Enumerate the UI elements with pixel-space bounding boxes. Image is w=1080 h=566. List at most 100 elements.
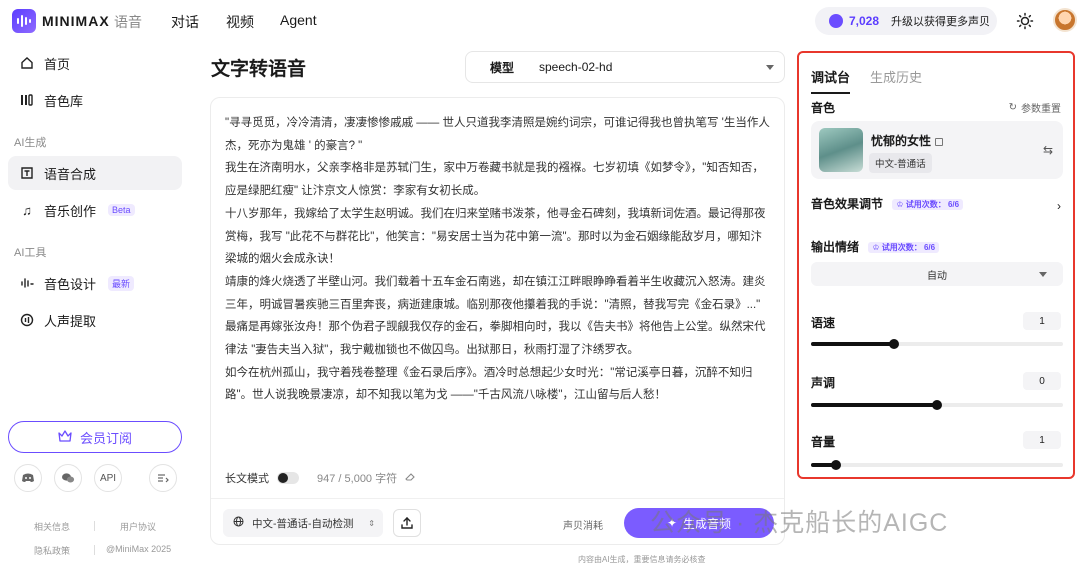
brand-name: MINIMAX xyxy=(42,13,110,29)
footer-related-link[interactable]: 相关信息 xyxy=(34,520,70,533)
wechat-icon[interactable] xyxy=(54,464,82,492)
long-mode-label: 长文模式 xyxy=(225,473,269,485)
sidebar-item-label: 音色库 xyxy=(44,93,84,109)
nav-chat[interactable]: 对话 xyxy=(171,12,199,32)
sidebar-item-label: 音乐创作 xyxy=(44,203,97,219)
speech-synthesis-icon xyxy=(20,166,34,180)
nav-agent[interactable]: Agent xyxy=(280,12,317,28)
tab-debug-console[interactable]: 调试台 xyxy=(811,67,851,94)
voice-card[interactable]: 忧郁的女性 中文-普通话 ⇆ xyxy=(811,121,1063,179)
slider-handle[interactable] xyxy=(889,339,900,349)
voice-design-icon xyxy=(20,276,34,290)
user-avatar[interactable] xyxy=(1053,8,1077,32)
emotion-row: 输出情绪 ♔ 试用次数： 6/6 xyxy=(811,238,940,255)
trial-count-badge: ♔ 试用次数： 6/6 xyxy=(892,199,964,211)
language-value: 中文-普通话-自动检测 xyxy=(252,517,354,530)
voice-language-tag: 中文-普通话 xyxy=(869,153,932,173)
pitch-label: 声调 xyxy=(811,376,836,390)
upload-button[interactable] xyxy=(393,509,421,537)
sidebar-item-speech-synthesis[interactable]: 语音合成 xyxy=(8,156,182,190)
section-ai-generation: AI生成 xyxy=(14,137,47,149)
footer-agreement-link[interactable]: 用户协议 xyxy=(120,520,156,533)
pitch-value-input[interactable]: 0 xyxy=(1023,372,1061,390)
model-label: 模型 xyxy=(490,60,515,75)
library-bars-icon xyxy=(20,93,34,107)
voice-name-text: 忧郁的女性 xyxy=(871,134,932,148)
page-title: 文字转语音 xyxy=(211,59,307,80)
sidebar-item-label: 人声提取 xyxy=(44,313,97,329)
globe-icon xyxy=(233,516,244,530)
sidebar-item-music-creation[interactable]: ♫ 音乐创作 Beta xyxy=(8,193,182,227)
char-counter: 947 / 5,000 字符 xyxy=(317,473,398,485)
api-button[interactable]: API xyxy=(94,464,122,492)
reset-params-button[interactable]: ↻ 参数重置 xyxy=(1009,100,1061,115)
text-paragraph: 最痛是再嫁张汝舟！那个伪君子觊觎我仅存的金石，拳脚相向时，我以《告夫书》将他告上… xyxy=(225,321,766,357)
nav-video[interactable]: 视频 xyxy=(226,12,254,32)
speed-label: 语速 xyxy=(811,316,836,330)
feedback-icon[interactable] xyxy=(149,464,177,492)
footer-divider xyxy=(94,521,95,531)
text-input-area[interactable]: "寻寻觅觅，冷冷清清，凄凄惨惨戚戚 —— 世人只道我李清照是婉约词宗，可谁记得我… xyxy=(225,112,770,407)
slider-handle[interactable] xyxy=(831,460,842,470)
speed-slider[interactable] xyxy=(811,339,1063,349)
credits-upgrade-button[interactable]: 7,028 升级以获得更多声贝 xyxy=(815,7,997,35)
section-ai-tools: AI工具 xyxy=(14,247,47,259)
voice-name: 忧郁的女性 xyxy=(871,132,944,149)
crown-icon: ♔ xyxy=(896,200,904,210)
voice-section-label: 音色 xyxy=(811,101,836,115)
footer-privacy-link[interactable]: 隐私政策 xyxy=(34,544,70,557)
swap-icon[interactable]: ⇆ xyxy=(1043,143,1053,157)
sidebar-item-voice-library[interactable]: 音色库 xyxy=(8,83,182,117)
brand-logo[interactable]: MINIMAX xyxy=(12,9,110,33)
copy-icon[interactable] xyxy=(935,137,944,146)
eraser-icon[interactable] xyxy=(405,472,416,485)
panel-tabs: 调试台 生成历史 xyxy=(811,67,922,94)
language-select[interactable]: 中文-普通话-自动检测 ⇕ xyxy=(223,509,383,537)
slider-handle[interactable] xyxy=(932,400,942,410)
music-note-icon: ♫ xyxy=(22,202,32,218)
chevron-down-icon xyxy=(1039,272,1047,277)
volume-value-input[interactable]: 1 xyxy=(1023,431,1061,449)
sidebar-item-label: 音色设计 xyxy=(44,276,97,292)
sidebar: 首页 音色库 AI生成 语音合成 ♫ 音乐创作 Beta AI工具 音色设计 最… xyxy=(0,42,196,566)
voice-thumbnail xyxy=(819,128,863,172)
tab-generation-history[interactable]: 生成历史 xyxy=(870,67,922,94)
updown-chevron-icon: ⇕ xyxy=(368,518,375,528)
text-paragraph: "寻寻觅觅，冷冷清清，凄凄惨惨戚戚 —— 世人只道我李清照是婉约词宗，可谁记得我… xyxy=(225,117,770,152)
model-select[interactable]: 模型 speech-02-hd xyxy=(465,51,785,83)
reset-label: 参数重置 xyxy=(1021,104,1061,115)
slider-fill xyxy=(811,342,895,346)
volume-label: 音量 xyxy=(811,435,836,449)
chevron-down-icon xyxy=(766,65,774,70)
footer-divider xyxy=(94,545,95,555)
sidebar-item-home[interactable]: 首页 xyxy=(8,46,182,80)
discord-icon[interactable] xyxy=(14,464,42,492)
credit-coin-icon xyxy=(829,14,843,28)
pitch-slider[interactable] xyxy=(811,400,1063,410)
sidebar-item-voice-design[interactable]: 音色设计 最新 xyxy=(8,266,182,300)
crown-icon xyxy=(58,429,72,445)
long-mode-toggle[interactable] xyxy=(277,472,299,484)
emotion-label: 输出情绪 xyxy=(811,240,860,254)
watermark-text: 公众号 · 杰克船长的AIGC xyxy=(650,509,949,537)
upload-icon xyxy=(401,517,413,529)
ai-disclaimer-text: 内容由AI生成，重要信息请务必核查 xyxy=(578,555,706,564)
text-editor[interactable]: "寻寻觅觅，冷冷清清，凄凄惨惨戚戚 —— 世人只道我李清照是婉约词宗，可谁记得我… xyxy=(210,97,785,545)
vocal-extract-icon xyxy=(20,313,34,327)
speed-value-input[interactable]: 1 xyxy=(1023,312,1061,330)
theme-toggle-sun-icon[interactable] xyxy=(1016,12,1034,30)
beta-badge: Beta xyxy=(108,204,135,216)
trial-count-text: 试用次数： 6/6 xyxy=(881,243,936,253)
volume-slider[interactable] xyxy=(811,460,1063,470)
text-paragraph: 十八岁那年，我嫁给了太学生赵明诚。我们在归来堂赌书泼茶，他寻金石碑刻，我填新词佐… xyxy=(225,207,766,266)
emotion-select[interactable]: 自动 xyxy=(811,262,1063,286)
text-paragraph: 我生在济南明水，父亲李格非是苏轼门生，家中万卷藏书就是我的襁褓。七岁初填《如梦令… xyxy=(225,162,764,198)
voice-effect-row[interactable]: 音色效果调节 ♔ 试用次数： 6/6 xyxy=(811,195,964,212)
home-icon xyxy=(20,56,34,70)
sidebar-item-label: 首页 xyxy=(44,56,71,72)
member-subscribe-button[interactable]: 会员订阅 xyxy=(8,421,182,453)
sidebar-item-vocal-extract[interactable]: 人声提取 xyxy=(8,303,182,337)
chevron-right-icon[interactable]: › xyxy=(1057,199,1061,213)
crown-icon: ♔ xyxy=(872,243,880,253)
nav-voice[interactable]: 语音 xyxy=(114,12,142,32)
